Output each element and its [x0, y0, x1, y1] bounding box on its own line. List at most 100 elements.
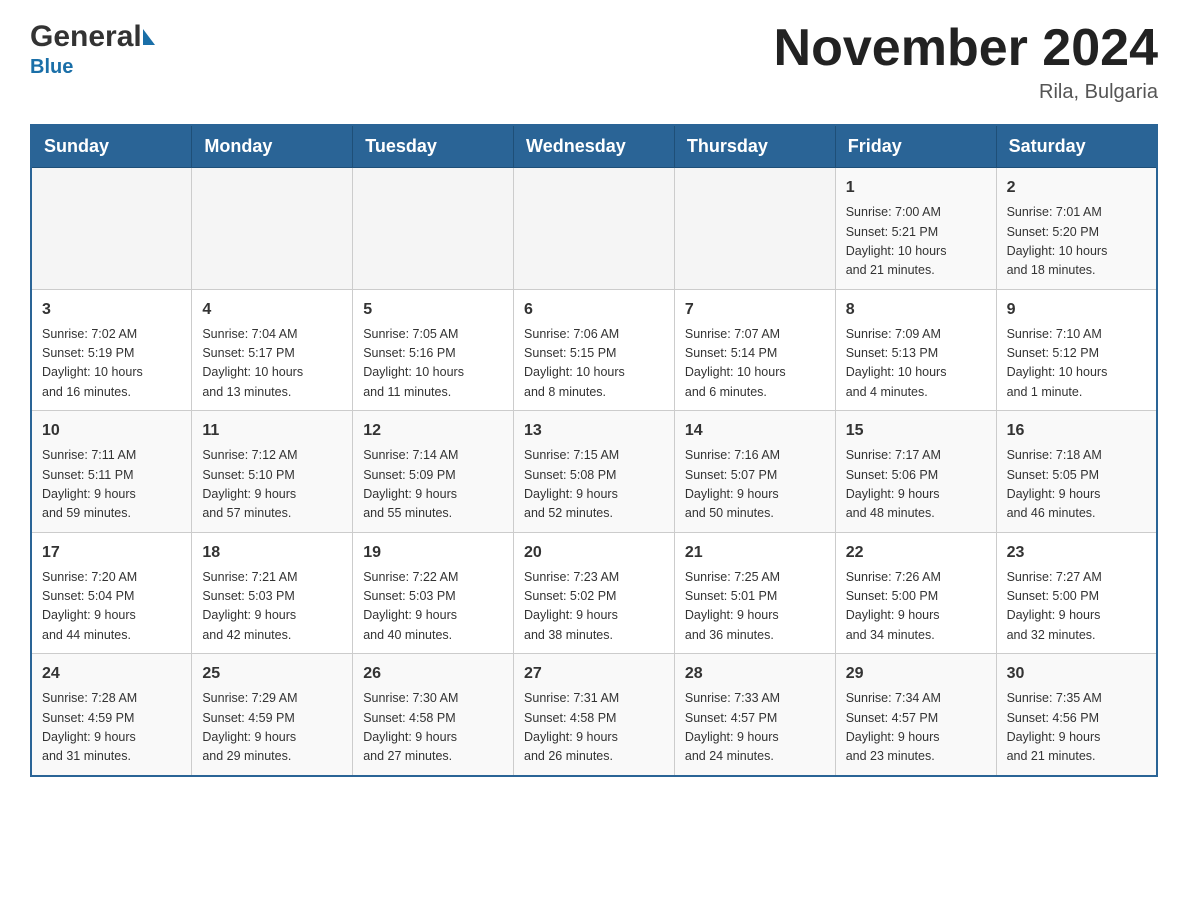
- calendar-cell: 23 Sunrise: 7:27 AMSunset: 5:00 PMDayligh…: [996, 532, 1157, 654]
- calendar-cell: 28 Sunrise: 7:33 AMSunset: 4:57 PMDayligh…: [674, 654, 835, 776]
- day-info: Sunrise: 7:00 AMSunset: 5:21 PMDaylight:…: [846, 203, 986, 281]
- logo-blue-text: Blue: [30, 56, 73, 79]
- day-info: Sunrise: 7:12 AMSunset: 5:10 PMDaylight:…: [202, 446, 342, 524]
- logo-general-text: General: [30, 20, 142, 54]
- calendar-cell: 5 Sunrise: 7:05 AMSunset: 5:16 PMDaylight…: [353, 289, 514, 411]
- day-number: 13: [524, 419, 664, 443]
- day-info: Sunrise: 7:28 AMSunset: 4:59 PMDaylight:…: [42, 689, 181, 767]
- week-row-1: 1Sunrise: 7:00 AMSunset: 5:21 PMDaylight…: [31, 168, 1157, 290]
- calendar-cell: [674, 168, 835, 290]
- calendar-cell: 15 Sunrise: 7:17 AMSunset: 5:06 PMDayligh…: [835, 411, 996, 533]
- day-number: 29: [846, 662, 986, 686]
- day-number: 30: [1007, 662, 1146, 686]
- calendar-cell: 11 Sunrise: 7:12 AMSunset: 5:10 PMDayligh…: [192, 411, 353, 533]
- day-number: 25: [202, 662, 342, 686]
- week-row-2: 3 Sunrise: 7:02 AMSunset: 5:19 PMDaylight…: [31, 289, 1157, 411]
- calendar-cell: 26 Sunrise: 7:30 AMSunset: 4:58 PMDayligh…: [353, 654, 514, 776]
- day-info: Sunrise: 7:31 AMSunset: 4:58 PMDaylight:…: [524, 689, 664, 767]
- calendar-cell: 4 Sunrise: 7:04 AMSunset: 5:17 PMDaylight…: [192, 289, 353, 411]
- location-text: Rila, Bulgaria: [774, 81, 1158, 104]
- day-info: Sunrise: 7:35 AMSunset: 4:56 PMDaylight:…: [1007, 689, 1146, 767]
- calendar-cell: 17Sunrise: 7:20 AMSunset: 5:04 PMDayligh…: [31, 532, 192, 654]
- day-info: Sunrise: 7:06 AMSunset: 5:15 PMDaylight:…: [524, 325, 664, 403]
- logo: General Blue: [30, 20, 155, 79]
- weekday-header-friday: Friday: [835, 125, 996, 168]
- calendar-cell: [192, 168, 353, 290]
- weekday-header-tuesday: Tuesday: [353, 125, 514, 168]
- day-info: Sunrise: 7:30 AMSunset: 4:58 PMDaylight:…: [363, 689, 503, 767]
- calendar-cell: 8Sunrise: 7:09 AMSunset: 5:13 PMDaylight…: [835, 289, 996, 411]
- day-number: 17: [42, 541, 181, 565]
- day-info: Sunrise: 7:16 AMSunset: 5:07 PMDaylight:…: [685, 446, 825, 524]
- calendar-cell: 19 Sunrise: 7:22 AMSunset: 5:03 PMDayligh…: [353, 532, 514, 654]
- day-info: Sunrise: 7:23 AMSunset: 5:02 PMDaylight:…: [524, 568, 664, 646]
- week-row-3: 10 Sunrise: 7:11 AMSunset: 5:11 PMDayligh…: [31, 411, 1157, 533]
- month-title: November 2024: [774, 20, 1158, 77]
- day-number: 11: [202, 419, 342, 443]
- day-info: Sunrise: 7:02 AMSunset: 5:19 PMDaylight:…: [42, 325, 181, 403]
- day-info: Sunrise: 7:17 AMSunset: 5:06 PMDaylight:…: [846, 446, 986, 524]
- day-info: Sunrise: 7:14 AMSunset: 5:09 PMDaylight:…: [363, 446, 503, 524]
- day-number: 21: [685, 541, 825, 565]
- calendar-cell: 27Sunrise: 7:31 AMSunset: 4:58 PMDayligh…: [514, 654, 675, 776]
- day-info: Sunrise: 7:34 AMSunset: 4:57 PMDaylight:…: [846, 689, 986, 767]
- day-number: 10: [42, 419, 181, 443]
- day-number: 26: [363, 662, 503, 686]
- day-number: 3: [42, 298, 181, 322]
- day-number: 8: [846, 298, 986, 322]
- calendar-cell: 6 Sunrise: 7:06 AMSunset: 5:15 PMDaylight…: [514, 289, 675, 411]
- day-number: 7: [685, 298, 825, 322]
- calendar-cell: 22Sunrise: 7:26 AMSunset: 5:00 PMDayligh…: [835, 532, 996, 654]
- day-number: 16: [1007, 419, 1146, 443]
- day-info: Sunrise: 7:15 AMSunset: 5:08 PMDaylight:…: [524, 446, 664, 524]
- day-info: Sunrise: 7:33 AMSunset: 4:57 PMDaylight:…: [685, 689, 825, 767]
- weekday-header-row: SundayMondayTuesdayWednesdayThursdayFrid…: [31, 125, 1157, 168]
- day-info: Sunrise: 7:26 AMSunset: 5:00 PMDaylight:…: [846, 568, 986, 646]
- calendar-cell: 9 Sunrise: 7:10 AMSunset: 5:12 PMDaylight…: [996, 289, 1157, 411]
- day-number: 5: [363, 298, 503, 322]
- day-number: 19: [363, 541, 503, 565]
- weekday-header-wednesday: Wednesday: [514, 125, 675, 168]
- day-number: 15: [846, 419, 986, 443]
- calendar-cell: 21Sunrise: 7:25 AMSunset: 5:01 PMDayligh…: [674, 532, 835, 654]
- day-info: Sunrise: 7:01 AMSunset: 5:20 PMDaylight:…: [1007, 203, 1146, 281]
- calendar-cell: 13 Sunrise: 7:15 AMSunset: 5:08 PMDayligh…: [514, 411, 675, 533]
- calendar-cell: 2 Sunrise: 7:01 AMSunset: 5:20 PMDaylight…: [996, 168, 1157, 290]
- week-row-5: 24 Sunrise: 7:28 AMSunset: 4:59 PMDayligh…: [31, 654, 1157, 776]
- day-info: Sunrise: 7:11 AMSunset: 5:11 PMDaylight:…: [42, 446, 181, 524]
- calendar-cell: 10 Sunrise: 7:11 AMSunset: 5:11 PMDayligh…: [31, 411, 192, 533]
- calendar-cell: 3 Sunrise: 7:02 AMSunset: 5:19 PMDaylight…: [31, 289, 192, 411]
- day-number: 6: [524, 298, 664, 322]
- day-info: Sunrise: 7:27 AMSunset: 5:00 PMDaylight:…: [1007, 568, 1146, 646]
- day-number: 23: [1007, 541, 1146, 565]
- weekday-header-thursday: Thursday: [674, 125, 835, 168]
- page-header: General Blue November 2024 Rila, Bulgari…: [30, 20, 1158, 104]
- day-info: Sunrise: 7:10 AMSunset: 5:12 PMDaylight:…: [1007, 325, 1146, 403]
- day-number: 9: [1007, 298, 1146, 322]
- calendar-cell: 30 Sunrise: 7:35 AMSunset: 4:56 PMDayligh…: [996, 654, 1157, 776]
- calendar-cell: [353, 168, 514, 290]
- day-info: Sunrise: 7:07 AMSunset: 5:14 PMDaylight:…: [685, 325, 825, 403]
- day-number: 24: [42, 662, 181, 686]
- weekday-header-sunday: Sunday: [31, 125, 192, 168]
- day-info: Sunrise: 7:22 AMSunset: 5:03 PMDaylight:…: [363, 568, 503, 646]
- calendar-cell: 25Sunrise: 7:29 AMSunset: 4:59 PMDayligh…: [192, 654, 353, 776]
- day-number: 28: [685, 662, 825, 686]
- calendar-cell: 7 Sunrise: 7:07 AMSunset: 5:14 PMDaylight…: [674, 289, 835, 411]
- calendar-cell: [31, 168, 192, 290]
- day-number: 2: [1007, 176, 1146, 200]
- calendar-cell: [514, 168, 675, 290]
- calendar-cell: 14 Sunrise: 7:16 AMSunset: 5:07 PMDayligh…: [674, 411, 835, 533]
- day-info: Sunrise: 7:05 AMSunset: 5:16 PMDaylight:…: [363, 325, 503, 403]
- day-number: 4: [202, 298, 342, 322]
- day-number: 14: [685, 419, 825, 443]
- calendar-cell: 16 Sunrise: 7:18 AMSunset: 5:05 PMDayligh…: [996, 411, 1157, 533]
- day-number: 20: [524, 541, 664, 565]
- weekday-header-monday: Monday: [192, 125, 353, 168]
- calendar-cell: 29 Sunrise: 7:34 AMSunset: 4:57 PMDayligh…: [835, 654, 996, 776]
- day-info: Sunrise: 7:18 AMSunset: 5:05 PMDaylight:…: [1007, 446, 1146, 524]
- calendar-cell: 24 Sunrise: 7:28 AMSunset: 4:59 PMDayligh…: [31, 654, 192, 776]
- day-number: 12: [363, 419, 503, 443]
- calendar-cell: 1Sunrise: 7:00 AMSunset: 5:21 PMDaylight…: [835, 168, 996, 290]
- day-info: Sunrise: 7:04 AMSunset: 5:17 PMDaylight:…: [202, 325, 342, 403]
